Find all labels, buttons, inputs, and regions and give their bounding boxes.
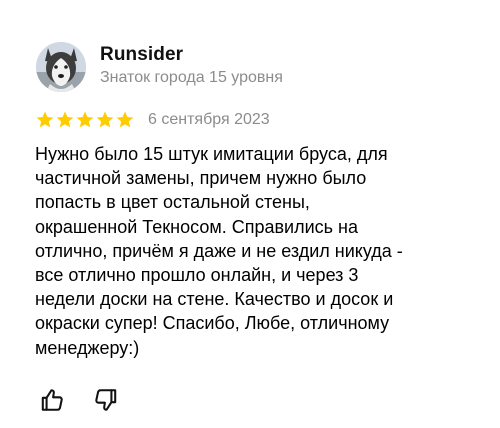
star-icon [55,110,75,130]
star-icon [35,110,55,130]
avatar[interactable] [36,42,86,92]
review-actions [38,386,146,414]
star-icon [115,110,135,130]
thumbs-down-icon [95,389,117,411]
thumbs-up-icon [41,389,63,411]
star-rating [35,110,135,130]
review-card: Runsider Знаток города 15 уровня 6 сентя… [0,0,500,428]
star-icon [95,110,115,130]
star-icon [75,110,95,130]
author-level: Знаток города 15 уровня [100,69,283,86]
like-button[interactable] [38,386,66,414]
review-text: Нужно было 15 штук имитации бруса, для ч… [35,144,403,358]
author-name[interactable]: Runsider [100,44,183,66]
dislike-button[interactable] [92,386,120,414]
husky-dog-avatar-icon [36,42,86,92]
review-date: 6 сентября 2023 [148,111,270,128]
